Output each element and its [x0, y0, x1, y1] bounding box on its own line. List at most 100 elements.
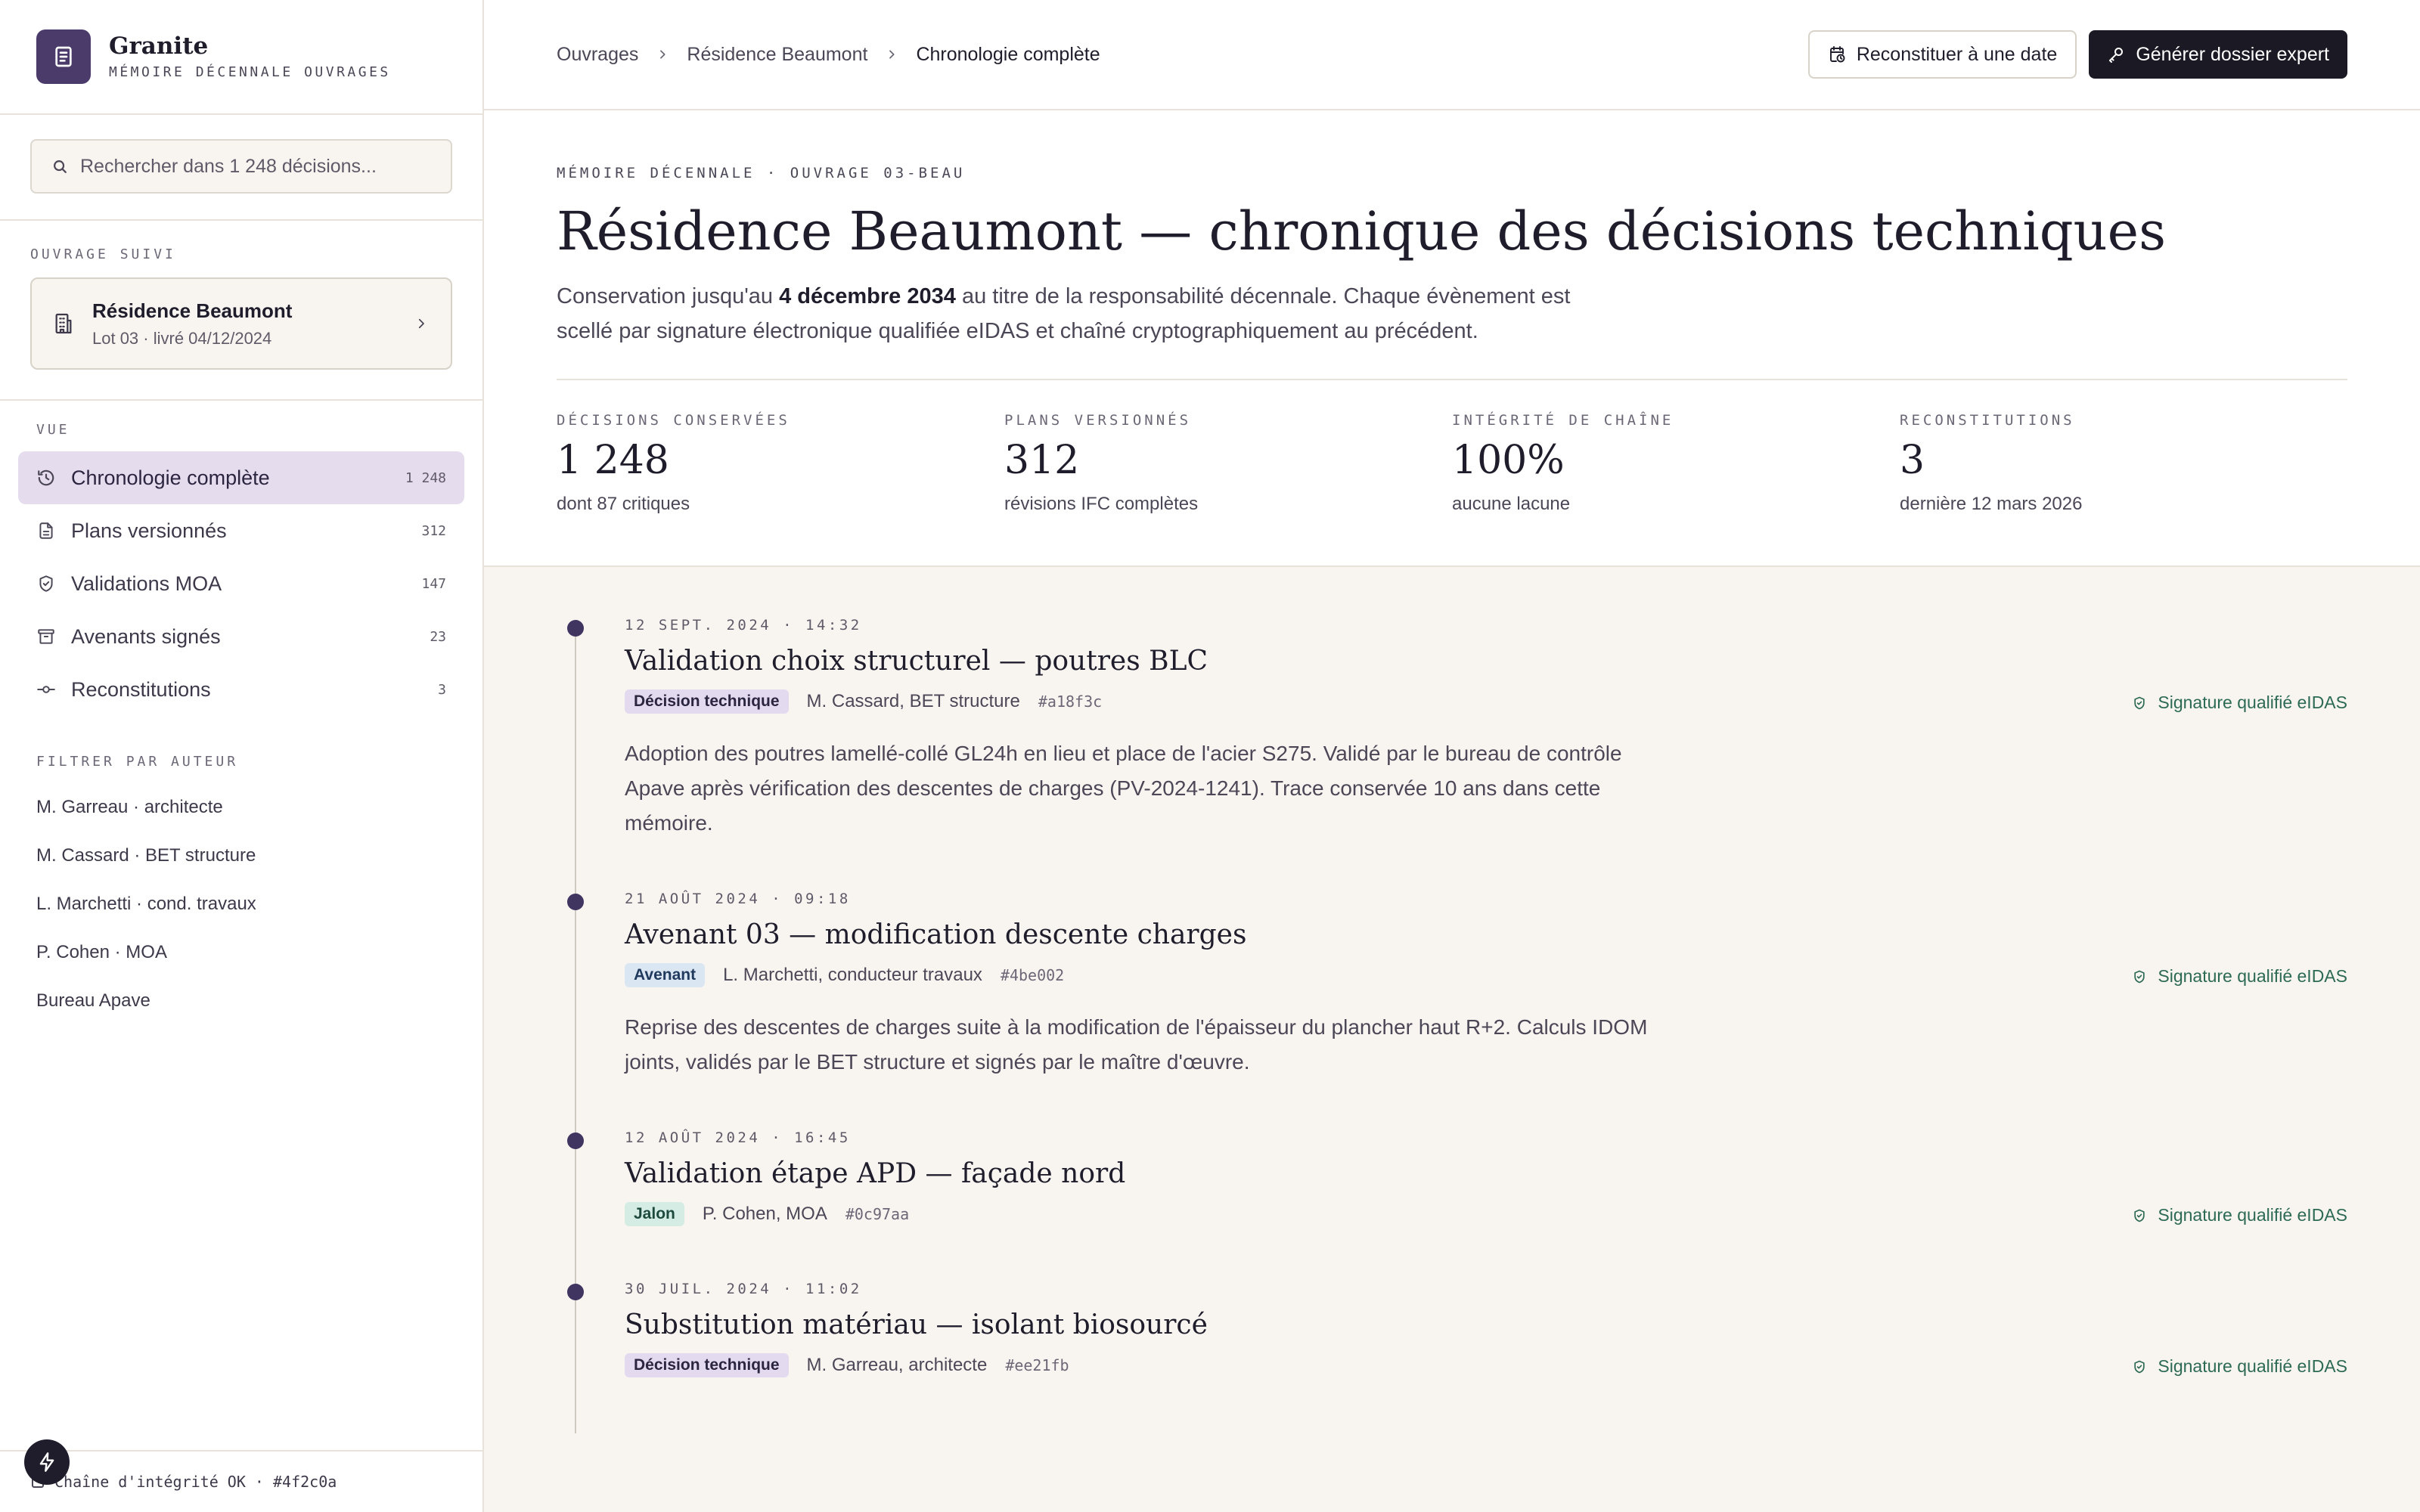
- stat-sub: dont 87 critiques: [557, 493, 690, 514]
- integrity-status: Chaîne d'intégrité OK · #4f2c0a: [54, 1473, 337, 1491]
- key-icon: [2107, 45, 2125, 64]
- stat-reconstitutions: RECONSTITUTIONS 3 dernière 12 mars 2026: [1900, 412, 2347, 515]
- event-signature: Signature qualifié eIDAS: [2132, 966, 2347, 987]
- page-eyebrow: MÉMOIRE DÉCENNALE · OUVRAGE 03-BEAU: [557, 165, 966, 181]
- generate-expert-file-label: Générer dossier expert: [2136, 43, 2329, 65]
- topbar: Ouvrages Résidence Beaumont Chronologie …: [484, 0, 2420, 110]
- event-title[interactable]: Avenant 03 — modification descente charg…: [625, 919, 1246, 950]
- event-author: M. Garreau, architecte: [806, 1355, 988, 1375]
- signature-label: Signature qualifié eIDAS: [2158, 692, 2347, 712]
- author-filter-item[interactable]: M. Cassard · BET structure: [36, 845, 446, 866]
- breadcrumb-item[interactable]: Ouvrages: [557, 44, 638, 66]
- followed-project-subtitle: Lot 03 · livré 04/12/2024: [92, 328, 272, 348]
- breadcrumb-current: Chronologie complète: [916, 43, 1100, 65]
- commit-icon: [37, 686, 55, 693]
- retention-date: 4 décembre 2034: [779, 284, 956, 308]
- event-body: Reprise des descentes de charges suite à…: [625, 1015, 1648, 1074]
- quick-action-button[interactable]: [24, 1439, 70, 1485]
- event-hash: #0c97aa: [845, 1205, 910, 1223]
- nav-item-count: 1 248: [405, 469, 446, 486]
- stat-label: RECONSTITUTIONS: [1900, 411, 2075, 429]
- page-description: Conservation jusqu'au 4 décembre 2034 au…: [557, 279, 1630, 349]
- brand-logo-icon[interactable]: [36, 29, 91, 84]
- nav-item-label: Validations MOA: [71, 572, 222, 595]
- timeline: 12 SEPT. 2024 · 14:32 Validation choix s…: [484, 567, 2420, 1512]
- main-content: Ouvrages Résidence Beaumont Chronologie …: [484, 0, 2420, 1512]
- stat-label: DÉCISIONS CONSERVÉES: [557, 411, 790, 429]
- nav-item-label: Reconstitutions: [71, 677, 211, 701]
- event-title[interactable]: Substitution matériau — isolant biosourc…: [625, 1309, 1208, 1340]
- event-hash: #a18f3c: [1038, 692, 1103, 711]
- event-author: M. Cassard, BET structure: [806, 691, 1020, 711]
- search-input[interactable]: Rechercher dans 1 248 décisions...: [30, 139, 452, 194]
- nav-item-label: Plans versionnés: [71, 519, 227, 542]
- author-filter-item[interactable]: L. Marchetti · cond. travaux: [36, 894, 446, 915]
- history-icon: [38, 469, 54, 486]
- author-filter-item[interactable]: P. Cohen · MOA: [36, 942, 446, 963]
- nav-item-label: Chronologie complète: [71, 466, 270, 489]
- followed-project-card[interactable]: Résidence Beaumont Lot 03 · livré 04/12/…: [30, 277, 452, 370]
- brand-subtitle: MÉMOIRE DÉCENNALE OUVRAGES: [109, 64, 391, 80]
- stat-label: INTÉGRITÉ DE CHAÎNE: [1452, 411, 1674, 429]
- shield-check-icon: [2134, 970, 2145, 983]
- event-tag: Décision technique: [625, 1353, 789, 1377]
- signature-label: Signature qualifié eIDAS: [2158, 1356, 2347, 1376]
- chevron-right-icon: [656, 48, 669, 60]
- page-header: MÉMOIRE DÉCENNALE · OUVRAGE 03-BEAU Rési…: [484, 110, 2420, 567]
- reconstruct-date-button[interactable]: Reconstituer à une date: [1807, 30, 2077, 79]
- author-filter-item[interactable]: M. Garreau · architecte: [36, 797, 446, 818]
- nav-item-chronologie[interactable]: Chronologie complète 1 248: [18, 451, 464, 504]
- description-text: Conservation jusqu'au: [557, 284, 780, 308]
- nav-item-validations[interactable]: Validations MOA 147: [18, 557, 464, 610]
- event-body: Adoption des poutres lamellé-collé GL24h…: [625, 742, 1622, 835]
- brand-name: Granite: [109, 33, 209, 60]
- signature-label: Signature qualifié eIDAS: [2158, 1205, 2347, 1225]
- nav-item-label: Avenants signés: [71, 624, 221, 648]
- stat-label: PLANS VERSIONNÉS: [1004, 411, 1192, 429]
- event-date: 12 SEPT. 2024 · 14:32: [625, 617, 862, 634]
- event-author: P. Cohen, MOA: [702, 1204, 827, 1224]
- nav-item-avenants[interactable]: Avenants signés 23: [18, 610, 464, 663]
- stat-value: 3: [1900, 437, 1925, 483]
- brand: Granite MÉMOIRE DÉCENNALE OUVRAGES: [0, 0, 482, 115]
- event-tag: Décision technique: [625, 689, 789, 714]
- chevron-right-icon: [886, 48, 898, 60]
- archive-icon: [38, 629, 54, 644]
- stat-sub: révisions IFC complètes: [1004, 493, 1199, 514]
- calendar-clock-icon: [1828, 45, 1846, 64]
- event-tag: Avenant: [625, 963, 706, 987]
- stat-sub: dernière 12 mars 2026: [1900, 493, 2083, 514]
- timeline-dot: [567, 1284, 584, 1300]
- stat-plans: PLANS VERSIONNÉS 312 révisions IFC compl…: [1004, 412, 1452, 515]
- stat-sub: aucune lacune: [1452, 493, 1571, 514]
- stat-value: 312: [1004, 437, 1080, 483]
- nav-item-plans[interactable]: Plans versionnés 312: [18, 504, 464, 557]
- nav-item-count: 312: [421, 522, 446, 539]
- timeline-rail: [575, 627, 576, 1433]
- generate-expert-file-button[interactable]: Générer dossier expert: [2089, 30, 2347, 79]
- author-filter-item[interactable]: Bureau Apave: [36, 990, 446, 1012]
- nav-item-reconstitutions[interactable]: Reconstitutions 3: [18, 663, 464, 716]
- event-signature: Signature qualifié eIDAS: [2132, 1356, 2347, 1377]
- page-title: Résidence Beaumont — chronique des décis…: [557, 200, 2166, 262]
- event-signature: Signature qualifié eIDAS: [2132, 692, 2347, 713]
- event-title[interactable]: Validation choix structurel — poutres BL…: [625, 646, 1208, 677]
- integrity-footer: Chaîne d'intégrité OK · #4f2c0a: [0, 1450, 482, 1512]
- shield-check-icon: [2134, 1360, 2145, 1373]
- shield-check-icon: [39, 575, 53, 592]
- nav-item-count: 147: [421, 575, 446, 592]
- search-icon: [54, 160, 67, 173]
- event-signature: Signature qualifié eIDAS: [2132, 1205, 2347, 1225]
- event-title[interactable]: Validation étape APD — façade nord: [625, 1158, 1125, 1189]
- document-icon: [39, 522, 53, 539]
- breadcrumb-item[interactable]: Résidence Beaumont: [687, 44, 867, 66]
- event-date: 30 JUIL. 2024 · 11:02: [625, 1281, 862, 1297]
- reconstruct-date-label: Reconstituer à une date: [1856, 43, 2058, 65]
- event-hash: #ee21fb: [1005, 1356, 1069, 1374]
- sidebar: Granite MÉMOIRE DÉCENNALE OUVRAGES Reche…: [0, 0, 484, 1512]
- followed-project-title: Résidence Beaumont: [92, 299, 293, 322]
- view-nav: Chronologie complète 1 248 Plans version…: [18, 451, 464, 716]
- event-tag: Jalon: [625, 1202, 684, 1226]
- event-hash: #4be002: [1000, 966, 1065, 984]
- event-date: 12 AOÛT 2024 · 16:45: [625, 1129, 851, 1146]
